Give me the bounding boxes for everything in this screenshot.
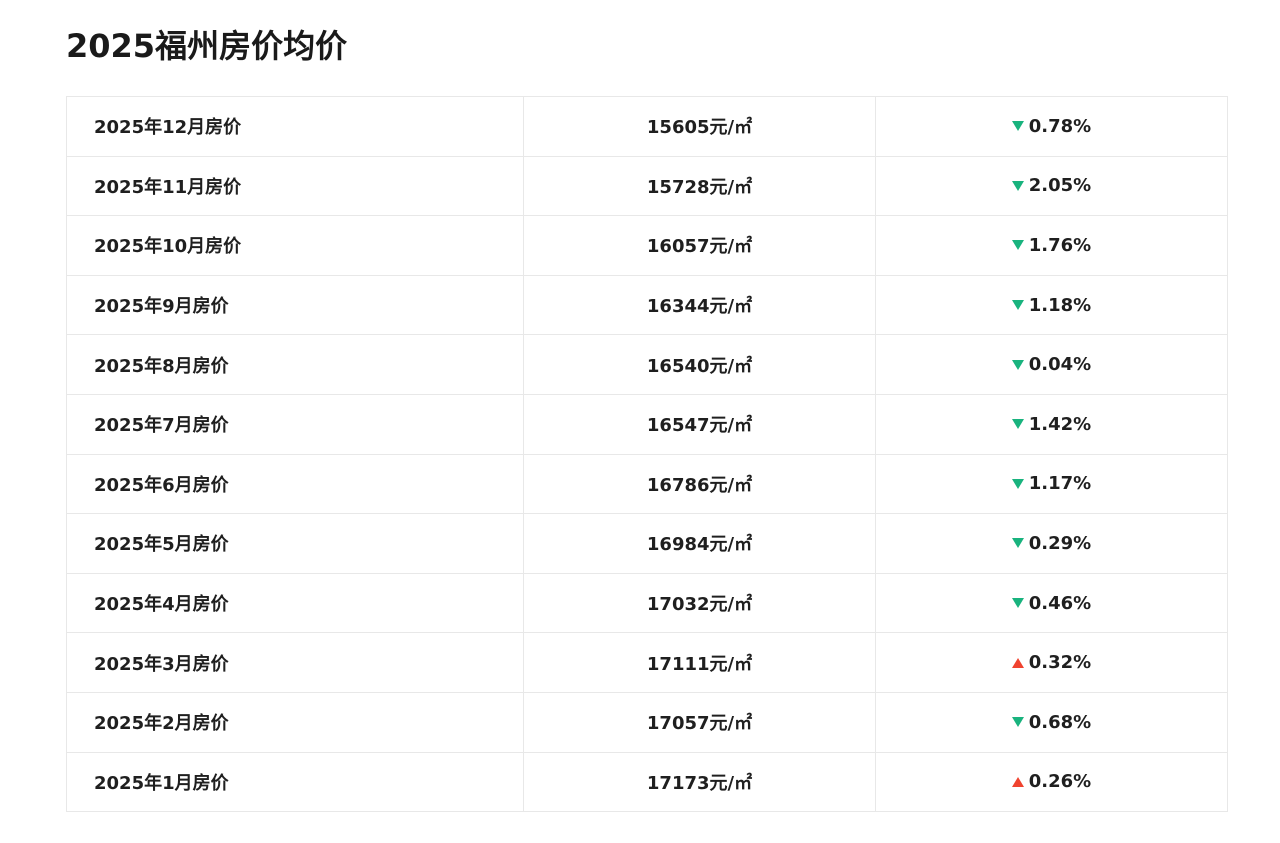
change-cell: 0.32% — [876, 633, 1227, 692]
triangle-down-icon — [1011, 121, 1024, 132]
triangle-up-icon — [1011, 776, 1024, 787]
change-value: 0.29% — [1028, 532, 1092, 554]
change-cell: 0.26% — [876, 753, 1227, 812]
triangle-down-icon — [1011, 240, 1024, 251]
month-cell: 2025年12月房价 — [67, 97, 524, 156]
month-cell: 2025年11月房价 — [67, 156, 524, 216]
month-cell: 2025年9月房价 — [67, 275, 524, 335]
month-cell: 2025年3月房价 — [67, 633, 524, 692]
table-row: 2025年10月房价 16057元/㎡ 1.76% — [67, 216, 1227, 276]
triangle-down-icon — [1011, 717, 1024, 728]
table-row: 2025年9月房价 16344元/㎡ 1.18% — [67, 275, 1227, 336]
page-title: 2025福州房价均价 — [66, 27, 348, 65]
price-cell: 17032元/㎡ — [524, 573, 876, 633]
table-row: 2025年3月房价 17111元/㎡ 0.32% — [67, 633, 1227, 693]
table-row: 2025年1月房价 17173元/㎡ 0.26% — [67, 752, 1227, 813]
change-cell: 1.76% — [876, 216, 1227, 275]
change-cell: 1.17% — [876, 455, 1227, 514]
change-value: 0.26% — [1028, 771, 1092, 793]
price-cell: 15605元/㎡ — [524, 97, 876, 156]
table-row: 2025年12月房价 15605元/㎡ 0.78% — [67, 97, 1227, 157]
month-cell: 2025年5月房价 — [67, 514, 524, 573]
price-cell: 17173元/㎡ — [524, 752, 876, 812]
price-cell: 16786元/㎡ — [524, 454, 876, 514]
table-row: 2025年5月房价 16984元/㎡ 0.29% — [67, 514, 1227, 574]
change-cell: 2.05% — [876, 157, 1227, 216]
change-value: 1.42% — [1028, 413, 1092, 435]
change-value: 1.17% — [1028, 473, 1092, 495]
change-cell: 0.29% — [876, 514, 1227, 573]
month-cell: 2025年2月房价 — [67, 692, 524, 752]
price-cell: 16344元/㎡ — [524, 275, 876, 335]
change-cell: 0.04% — [876, 335, 1227, 394]
change-value: 0.46% — [1028, 592, 1092, 614]
change-cell: 1.42% — [876, 395, 1227, 454]
table-row: 2025年11月房价 15728元/㎡ 2.05% — [67, 156, 1227, 217]
table-row: 2025年2月房价 17057元/㎡ 0.68% — [67, 692, 1227, 753]
triangle-down-icon — [1011, 598, 1024, 609]
table-row: 2025年6月房价 16786元/㎡ 1.17% — [67, 454, 1227, 515]
price-cell: 15728元/㎡ — [524, 156, 876, 216]
month-cell: 2025年1月房价 — [67, 752, 524, 812]
change-value: 2.05% — [1028, 175, 1092, 197]
table-row: 2025年4月房价 17032元/㎡ 0.46% — [67, 573, 1227, 634]
price-table: 2025年12月房价 15605元/㎡ 0.78% 2025年11月房价 157… — [66, 96, 1228, 813]
month-cell: 2025年6月房价 — [67, 454, 524, 514]
price-cell: 17111元/㎡ — [524, 633, 876, 692]
triangle-down-icon — [1011, 478, 1024, 489]
page: 2025福州房价均价 2025年12月房价 15605元/㎡ 0.78% 202… — [0, 0, 1280, 843]
price-cell: 16547元/㎡ — [524, 394, 876, 454]
month-cell: 2025年10月房价 — [67, 216, 524, 275]
change-value: 0.04% — [1028, 354, 1092, 376]
change-value: 0.32% — [1028, 652, 1092, 674]
triangle-down-icon — [1011, 359, 1024, 370]
price-cell: 17057元/㎡ — [524, 692, 876, 752]
triangle-down-icon — [1011, 180, 1024, 191]
triangle-up-icon — [1011, 657, 1024, 668]
table-row: 2025年7月房价 16547元/㎡ 1.42% — [67, 394, 1227, 455]
change-cell: 0.78% — [876, 97, 1227, 156]
month-cell: 2025年8月房价 — [67, 335, 524, 394]
triangle-down-icon — [1011, 300, 1024, 311]
change-value: 0.68% — [1028, 711, 1092, 733]
change-value: 1.18% — [1028, 294, 1092, 316]
table-row: 2025年8月房价 16540元/㎡ 0.04% — [67, 335, 1227, 395]
change-value: 1.76% — [1028, 234, 1092, 256]
price-cell: 16540元/㎡ — [524, 335, 876, 394]
price-cell: 16984元/㎡ — [524, 514, 876, 573]
change-cell: 1.18% — [876, 276, 1227, 335]
triangle-down-icon — [1011, 538, 1024, 549]
change-cell: 0.68% — [876, 693, 1227, 752]
triangle-down-icon — [1011, 419, 1024, 430]
change-value: 0.78% — [1028, 115, 1092, 137]
month-cell: 2025年7月房价 — [67, 394, 524, 454]
month-cell: 2025年4月房价 — [67, 573, 524, 633]
price-cell: 16057元/㎡ — [524, 216, 876, 275]
change-cell: 0.46% — [876, 574, 1227, 633]
